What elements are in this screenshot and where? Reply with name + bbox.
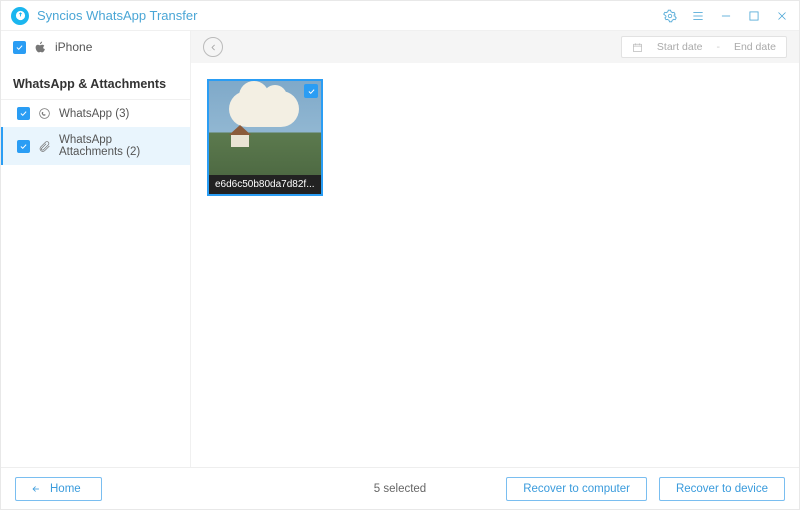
app-title: Syncios WhatsApp Transfer	[37, 8, 197, 23]
titlebar: Syncios WhatsApp Transfer	[1, 1, 799, 31]
attachments-checkbox[interactable]	[17, 140, 30, 153]
attachment-thumbnail[interactable]: e6d6c50b80da7d82f...	[207, 79, 323, 196]
back-button[interactable]	[203, 37, 223, 57]
menu-icon[interactable]	[691, 9, 705, 23]
selection-status: 5 selected	[374, 483, 426, 495]
toolbar-row: iPhone Start date - End date	[1, 31, 799, 63]
home-button[interactable]: Home	[15, 477, 102, 501]
arrow-left-icon	[30, 484, 42, 494]
content-area: e6d6c50b80da7d82f...	[191, 63, 799, 467]
main-area: WhatsApp & Attachments WhatsApp (3) What…	[1, 63, 799, 467]
device-selector[interactable]: iPhone	[1, 31, 191, 63]
sidebar-item-label: WhatsApp (3)	[59, 108, 129, 120]
recover-to-device-button[interactable]: Recover to device	[659, 477, 785, 501]
date-range-picker[interactable]: Start date - End date	[621, 36, 787, 58]
end-date-placeholder: End date	[734, 41, 776, 53]
close-icon[interactable]	[775, 9, 789, 23]
gear-icon[interactable]	[663, 9, 677, 23]
sidebar-item-attachments[interactable]: WhatsApp Attachments (2)	[1, 127, 190, 165]
device-label: iPhone	[55, 40, 92, 54]
home-button-label: Home	[50, 483, 81, 495]
maximize-icon[interactable]	[747, 9, 761, 23]
whatsapp-checkbox[interactable]	[17, 107, 30, 120]
whatsapp-icon	[38, 107, 51, 120]
app-logo	[11, 7, 29, 25]
minimize-icon[interactable]	[719, 9, 733, 23]
paperclip-icon	[38, 140, 51, 153]
calendar-icon	[632, 42, 643, 53]
device-checkbox[interactable]	[13, 41, 26, 54]
date-separator: -	[716, 41, 720, 53]
start-date-placeholder: Start date	[657, 41, 703, 53]
sidebar-item-label: WhatsApp Attachments (2)	[59, 134, 178, 158]
thumbnail-checkbox[interactable]	[304, 84, 318, 98]
recover-to-computer-button[interactable]: Recover to computer	[506, 477, 647, 501]
thumbnail-caption: e6d6c50b80da7d82f...	[209, 175, 321, 194]
apple-icon	[34, 41, 47, 54]
footer: Home 5 selected Recover to computer Reco…	[1, 467, 799, 509]
sidebar-item-whatsapp[interactable]: WhatsApp (3)	[1, 100, 190, 127]
sidebar: WhatsApp & Attachments WhatsApp (3) What…	[1, 63, 191, 467]
sidebar-header: WhatsApp & Attachments	[1, 69, 190, 100]
